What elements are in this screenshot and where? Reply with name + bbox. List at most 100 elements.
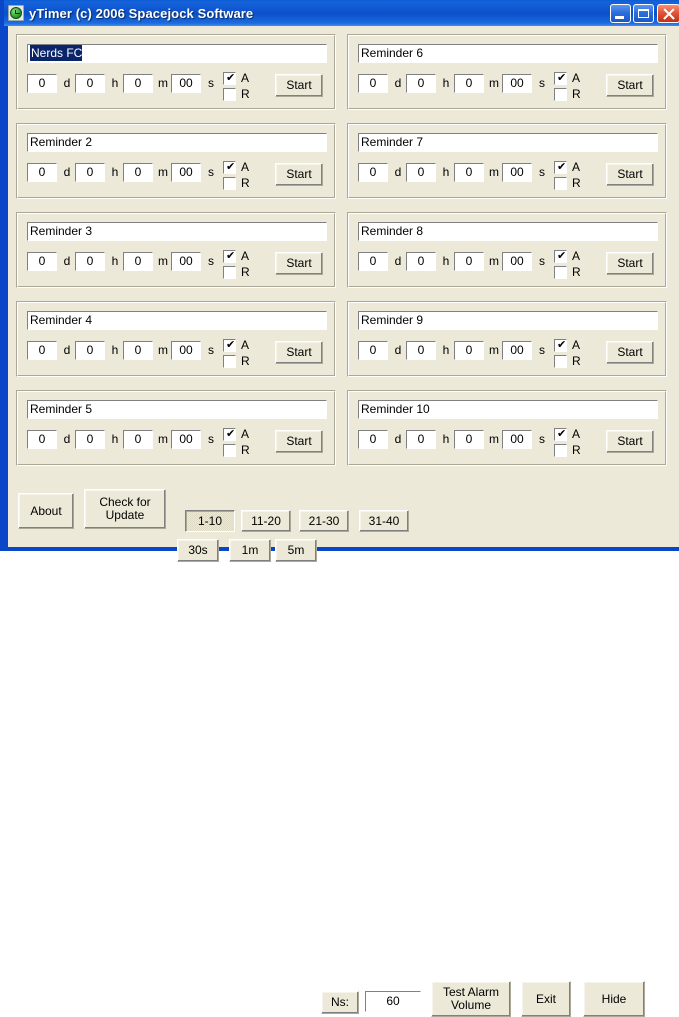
minutes-input[interactable]: 0 <box>454 74 484 93</box>
check-for-update-button[interactable]: Check for Update <box>84 489 166 529</box>
minutes-input[interactable]: 0 <box>454 163 484 182</box>
days-input[interactable]: 0 <box>27 163 57 182</box>
exit-button[interactable]: Exit <box>521 981 571 1017</box>
reminder-name-input[interactable]: Reminder 6 <box>358 44 658 63</box>
start-button[interactable]: Start <box>275 252 323 275</box>
repeat-checkbox[interactable] <box>554 88 567 101</box>
minutes-input[interactable]: 0 <box>123 74 153 93</box>
reminder-name-input[interactable]: Reminder 10 <box>358 400 658 419</box>
maximize-button[interactable] <box>633 4 654 23</box>
hours-input[interactable]: 0 <box>406 430 436 449</box>
seconds-input[interactable]: 00 <box>502 341 532 360</box>
minutes-unit-label: m <box>488 430 500 449</box>
alarm-checkbox[interactable]: ✔ <box>554 250 567 263</box>
window-title: yTimer (c) 2006 Spacejock Software <box>29 6 608 21</box>
alarm-checkbox[interactable]: ✔ <box>223 72 236 85</box>
repeat-checkbox[interactable] <box>223 177 236 190</box>
alarm-checkbox[interactable]: ✔ <box>223 161 236 174</box>
seconds-input[interactable]: 00 <box>171 74 201 93</box>
start-button[interactable]: Start <box>606 252 654 275</box>
start-button[interactable]: Start <box>606 341 654 364</box>
start-button[interactable]: Start <box>275 163 323 186</box>
days-input[interactable]: 0 <box>358 430 388 449</box>
start-button[interactable]: Start <box>275 74 323 97</box>
days-input[interactable]: 0 <box>27 430 57 449</box>
seconds-input[interactable]: 00 <box>502 430 532 449</box>
days-input[interactable]: 0 <box>358 341 388 360</box>
hours-input[interactable]: 0 <box>75 341 105 360</box>
close-button[interactable] <box>657 4 679 23</box>
days-input[interactable]: 0 <box>27 341 57 360</box>
reminder-name-input[interactable]: Reminder 3 <box>27 222 327 241</box>
hours-input[interactable]: 0 <box>406 163 436 182</box>
alarm-checkbox[interactable]: ✔ <box>223 339 236 352</box>
alarm-checkbox[interactable]: ✔ <box>554 428 567 441</box>
test-alarm-volume-button[interactable]: Test Alarm Volume <box>431 981 511 1017</box>
start-button[interactable]: Start <box>606 74 654 97</box>
reminder-name-input[interactable]: Nerds FC <box>27 44 327 63</box>
repeat-checkbox[interactable] <box>554 177 567 190</box>
days-input[interactable]: 0 <box>27 252 57 271</box>
repeat-checkbox[interactable] <box>223 266 236 279</box>
page-range-tab[interactable]: 11-20 <box>241 510 291 532</box>
seconds-input[interactable]: 00 <box>502 163 532 182</box>
repeat-checkbox[interactable] <box>554 444 567 457</box>
repeat-checkbox[interactable] <box>554 355 567 368</box>
title-bar[interactable]: yTimer (c) 2006 Spacejock Software <box>4 0 679 26</box>
hours-input[interactable]: 0 <box>406 341 436 360</box>
hours-input[interactable]: 0 <box>75 430 105 449</box>
repeat-checkbox[interactable] <box>554 266 567 279</box>
seconds-input[interactable]: 00 <box>171 252 201 271</box>
minimize-button[interactable] <box>610 4 631 23</box>
minutes-input[interactable]: 0 <box>454 430 484 449</box>
minutes-input[interactable]: 0 <box>123 430 153 449</box>
ns-button[interactable]: Ns: <box>321 991 359 1014</box>
start-button[interactable]: Start <box>275 430 323 453</box>
repeat-checkbox[interactable] <box>223 444 236 457</box>
alarm-checkbox[interactable]: ✔ <box>554 161 567 174</box>
seconds-input[interactable]: 00 <box>502 74 532 93</box>
reminder-options: ✔AR <box>554 69 600 103</box>
start-button[interactable]: Start <box>606 430 654 453</box>
days-input[interactable]: 0 <box>27 74 57 93</box>
reminder-name-input[interactable]: Reminder 9 <box>358 311 658 330</box>
hours-input[interactable]: 0 <box>406 74 436 93</box>
seconds-input[interactable]: 00 <box>171 430 201 449</box>
hours-input[interactable]: 0 <box>75 163 105 182</box>
alarm-checkbox[interactable]: ✔ <box>223 428 236 441</box>
hours-input[interactable]: 0 <box>75 74 105 93</box>
days-input[interactable]: 0 <box>358 252 388 271</box>
alarm-checkbox[interactable]: ✔ <box>554 72 567 85</box>
reminder-name-input[interactable]: Reminder 5 <box>27 400 327 419</box>
alarm-checkbox[interactable]: ✔ <box>554 339 567 352</box>
hours-unit-label: h <box>440 163 452 182</box>
check-icon: ✔ <box>557 252 565 260</box>
minutes-input[interactable]: 0 <box>123 341 153 360</box>
hours-input[interactable]: 0 <box>406 252 436 271</box>
seconds-input[interactable]: 00 <box>171 341 201 360</box>
hide-button[interactable]: Hide <box>583 981 645 1017</box>
alarm-checkbox[interactable]: ✔ <box>223 250 236 263</box>
start-button[interactable]: Start <box>606 163 654 186</box>
about-button[interactable]: About <box>18 493 74 529</box>
page-range-tab[interactable]: 21-30 <box>299 510 349 532</box>
days-input[interactable]: 0 <box>358 74 388 93</box>
reminder-name-input[interactable]: Reminder 2 <box>27 133 327 152</box>
repeat-checkbox[interactable] <box>223 88 236 101</box>
reminder-name-input[interactable]: Reminder 7 <box>358 133 658 152</box>
page-range-tab[interactable]: 1-10 <box>185 510 235 532</box>
start-button[interactable]: Start <box>275 341 323 364</box>
seconds-input[interactable]: 00 <box>171 163 201 182</box>
reminder-name-input[interactable]: Reminder 8 <box>358 222 658 241</box>
seconds-input[interactable]: 00 <box>502 252 532 271</box>
days-input[interactable]: 0 <box>358 163 388 182</box>
page-range-tab[interactable]: 31-40 <box>359 510 409 532</box>
minutes-input[interactable]: 0 <box>123 163 153 182</box>
hours-input[interactable]: 0 <box>75 252 105 271</box>
minutes-input[interactable]: 0 <box>454 252 484 271</box>
minutes-input[interactable]: 0 <box>123 252 153 271</box>
ns-input[interactable]: 60 <box>365 991 421 1012</box>
reminder-name-input[interactable]: Reminder 4 <box>27 311 327 330</box>
minutes-input[interactable]: 0 <box>454 341 484 360</box>
repeat-checkbox[interactable] <box>223 355 236 368</box>
